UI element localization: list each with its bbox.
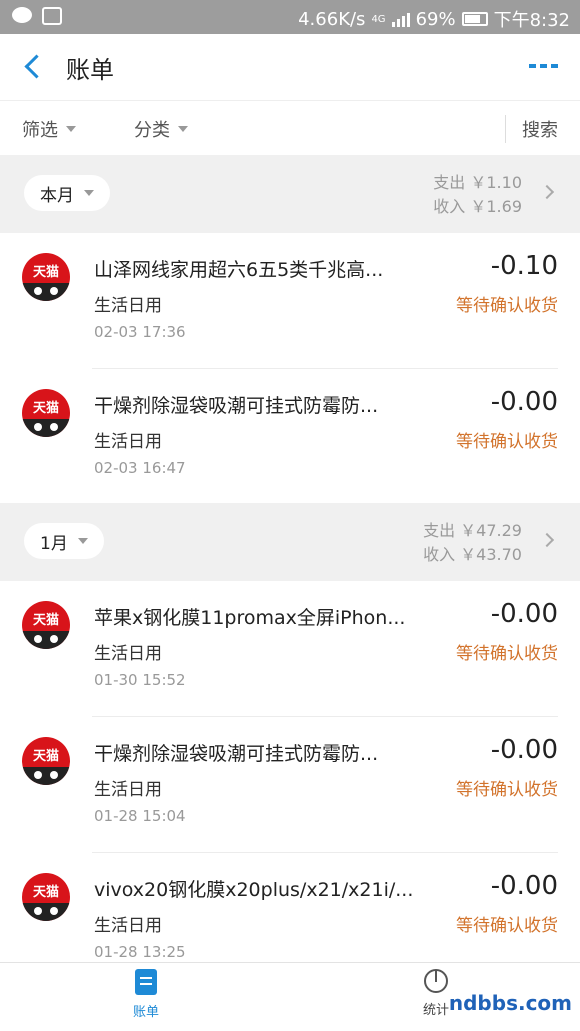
bill-amount: -0.00 — [490, 599, 558, 629]
month-selector[interactable]: 本月 — [24, 175, 110, 211]
bill-amount: -0.10 — [490, 251, 558, 281]
pie-chart-icon — [424, 969, 448, 993]
bill-icon — [135, 969, 157, 995]
logo-text: 天猫 — [32, 265, 59, 280]
month-expense: 支出 ￥1.10 — [433, 173, 522, 192]
category-dropdown[interactable]: 分类 — [134, 116, 188, 142]
logo-text: 天猫 — [32, 613, 59, 628]
bill-time: 01-28 15:04 — [94, 807, 186, 825]
clock: 下午8:32 — [493, 10, 570, 31]
image-icon — [42, 7, 62, 25]
category-label: 分类 — [134, 120, 170, 141]
bill-title: vivox20钢化膜x20plus/x21/x21i/... — [94, 879, 414, 901]
bill-status: 等待确认收货 — [456, 296, 558, 316]
bill-time: 01-28 13:25 — [94, 943, 186, 961]
bill-status: 等待确认收货 — [456, 432, 558, 452]
tab-bill[interactable]: 账单 — [124, 969, 168, 1020]
bill-time: 02-03 16:47 — [94, 459, 186, 477]
status-bar: 4.66K/s 4G 69% 下午8:32 — [0, 0, 580, 34]
caret-down-icon — [66, 126, 76, 132]
network-speed: 4.66K/s — [298, 8, 366, 30]
signal-icon — [391, 11, 410, 27]
bill-category: 生活日用 — [94, 644, 162, 664]
bill-item[interactable]: 天猫 干燥剂除湿袋吸潮可挂式防霉防... 生活日用 02-03 16:47 -0… — [0, 369, 580, 505]
tmall-logo-icon: 天猫 — [22, 737, 70, 785]
watermark-logo: ndbbs.com — [448, 991, 572, 1015]
tmall-logo-icon: 天猫 — [22, 601, 70, 649]
bill-amount: -0.00 — [490, 387, 558, 417]
filter-label: 筛选 — [22, 120, 58, 141]
bill-category: 生活日用 — [94, 916, 162, 936]
bill-category: 生活日用 — [94, 780, 162, 800]
caret-down-icon — [178, 126, 188, 132]
bill-time: 02-03 17:36 — [94, 323, 186, 341]
bill-title: 山泽网线家用超六6五5类千兆高... — [94, 259, 384, 281]
bill-item[interactable]: 天猫 苹果x钢化膜11promax全屏iPhon... 生活日用 01-30 1… — [0, 581, 580, 717]
battery-percent: 69% — [415, 8, 456, 30]
filter-dropdown[interactable]: 筛选 — [22, 116, 76, 142]
chat-icon — [12, 7, 32, 23]
month-label: 1月 — [40, 533, 68, 554]
month-summary: 支出 ￥1.10 收入 ￥1.69 — [433, 171, 522, 219]
bill-time: 01-30 15:52 — [94, 671, 186, 689]
divider — [505, 115, 506, 143]
tmall-logo-icon: 天猫 — [22, 389, 70, 437]
logo-text: 天猫 — [32, 401, 59, 416]
bill-category: 生活日用 — [94, 432, 162, 452]
tmall-logo-icon: 天猫 — [22, 873, 70, 921]
bill-status: 等待确认收货 — [456, 644, 558, 664]
month-label: 本月 — [40, 185, 74, 206]
bill-title: 干燥剂除湿袋吸潮可挂式防霉防... — [94, 743, 379, 765]
caret-down-icon — [77, 538, 88, 544]
bill-item[interactable]: 天猫 山泽网线家用超六6五5类千兆高... 生活日用 02-03 17:36 -… — [0, 233, 580, 369]
chevron-right-icon[interactable] — [539, 184, 555, 200]
battery-icon — [461, 12, 488, 26]
month-header-january[interactable]: 1月 支出 ￥47.29 收入 ￥43.70 — [0, 503, 580, 581]
page-title: 账单 — [66, 56, 114, 84]
bill-status: 等待确认收货 — [456, 916, 558, 936]
back-icon[interactable] — [22, 54, 44, 80]
bill-status: 等待确认收货 — [456, 780, 558, 800]
tmall-logo-icon: 天猫 — [22, 253, 70, 301]
logo-text: 天猫 — [32, 885, 59, 900]
bill-amount: -0.00 — [490, 735, 558, 765]
bill-category: 生活日用 — [94, 296, 162, 316]
month-expense: 支出 ￥47.29 — [423, 521, 522, 540]
more-icon[interactable] — [529, 64, 558, 68]
title-bar: 账单 — [0, 34, 580, 100]
bill-title: 干燥剂除湿袋吸潮可挂式防霉防... — [94, 395, 379, 417]
month-income: 收入 ￥1.69 — [433, 197, 522, 216]
month-header-current[interactable]: 本月 支出 ￥1.10 收入 ￥1.69 — [0, 155, 580, 233]
bill-item[interactable]: 天猫 干燥剂除湿袋吸潮可挂式防霉防... 生活日用 01-28 15:04 -0… — [0, 717, 580, 853]
month-income: 收入 ￥43.70 — [423, 545, 522, 564]
network-type: 4G — [371, 13, 386, 25]
filter-bar: 筛选 分类 搜索 — [0, 100, 580, 155]
notification-icons — [12, 7, 62, 25]
bottom-nav: 账单 统计 ndbbs.com — [0, 962, 580, 1031]
chevron-right-icon[interactable] — [539, 532, 555, 548]
caret-down-icon — [84, 190, 94, 196]
bill-title: 苹果x钢化膜11promax全屏iPhon... — [94, 607, 406, 629]
month-selector[interactable]: 1月 — [24, 523, 104, 559]
bill-amount: -0.00 — [490, 871, 558, 901]
logo-text: 天猫 — [32, 749, 59, 764]
month-summary: 支出 ￥47.29 收入 ￥43.70 — [423, 519, 522, 567]
tab-bill-label: 账单 — [132, 1005, 159, 1020]
search-button[interactable]: 搜索 — [522, 116, 558, 142]
